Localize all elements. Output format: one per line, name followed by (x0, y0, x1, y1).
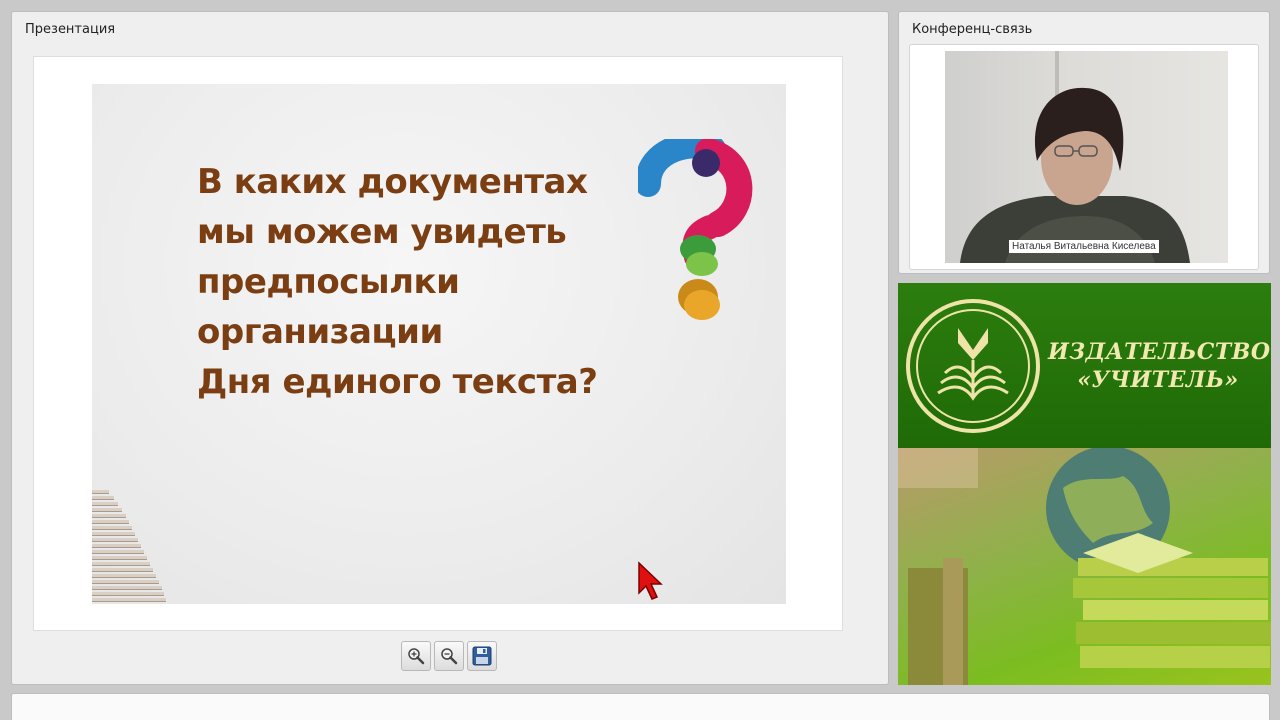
conference-title: Конференц-связь (912, 22, 1033, 37)
video-frame: Наталья Витальевна Киселева (909, 44, 1259, 270)
slide-line: организации (197, 312, 443, 352)
save-button[interactable] (467, 641, 497, 671)
slide-line: В каких документах (197, 162, 588, 202)
zoom-out-icon (441, 648, 458, 665)
question-mark-icon (638, 139, 753, 320)
slide-line: Дня единого текста? (197, 362, 598, 402)
slide-line: предпосылки (197, 262, 460, 302)
publisher-name-line1: ИЗДАТЕЛЬСТВО (1048, 339, 1271, 365)
banner-header: ИЗДАТЕЛЬСТВО «УЧИТЕЛЬ» (898, 283, 1271, 448)
zoom-in-button[interactable] (401, 641, 431, 671)
mouse-cursor-icon (638, 561, 663, 600)
publisher-logo-icon (906, 299, 1040, 433)
publisher-name: ИЗДАТЕЛЬСТВО «УЧИТЕЛЬ» (1048, 338, 1271, 394)
bottom-panel (11, 693, 1270, 720)
zoom-out-button[interactable] (434, 641, 464, 671)
speaker-name-label: Наталья Витальевна Киселева (1009, 240, 1159, 253)
publisher-banner[interactable]: ИЗДАТЕЛЬСТВО «УЧИТЕЛЬ» (898, 283, 1271, 685)
zoom-in-icon (408, 648, 425, 665)
presentation-toolbar (401, 641, 497, 671)
slide-line: мы можем увидеть (197, 212, 567, 252)
speaker-video[interactable]: Наталья Витальевна Киселева (945, 51, 1228, 263)
save-icon (472, 646, 492, 666)
slide-frame: В каких документах мы можем увидеть пред… (33, 56, 843, 631)
presentation-title: Презентация (25, 22, 116, 37)
conference-panel: Конференц-связь Наталья Витальевна Кисел… (898, 11, 1270, 274)
books-globe-image (898, 448, 1271, 685)
speaker-silhouette-image (960, 51, 1190, 263)
slide-question-text: В каких документах мы можем увидеть пред… (197, 157, 657, 407)
publisher-name-line2: «УЧИТЕЛЬ» (1077, 367, 1239, 393)
books-globe-illustration (898, 448, 1271, 685)
slide: В каких документах мы можем увидеть пред… (92, 84, 786, 604)
papers-stack-image (92, 464, 172, 604)
presentation-panel: Презентация В каких документах мы можем … (11, 11, 889, 685)
